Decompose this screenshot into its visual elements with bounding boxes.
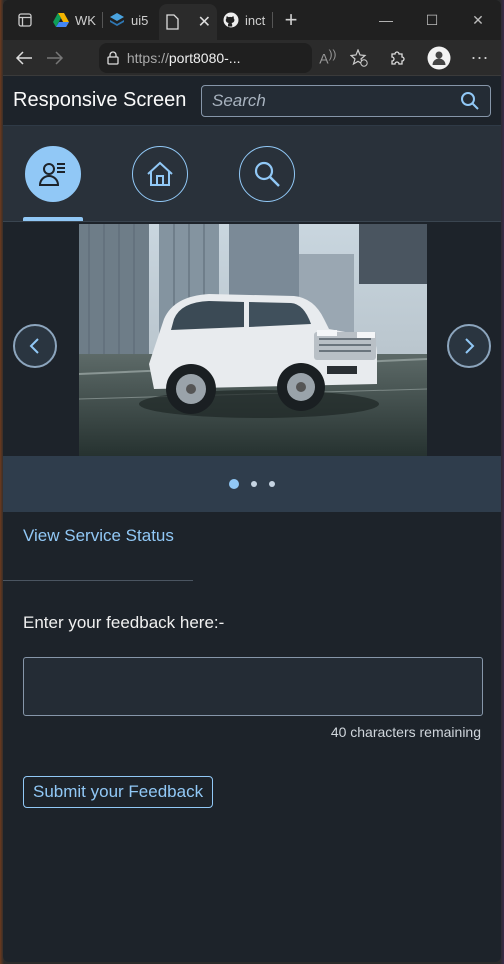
browser-toolbar: https://port8080-... A)) ··· [3,40,501,76]
puzzle-icon [391,50,405,65]
maximize-button[interactable]: ☐ [409,0,455,40]
maximize-icon: ☐ [425,11,439,28]
url-scheme: https:// [126,49,169,66]
tab-label: inct [245,12,266,28]
tab-bar: WK ui5 ✕ inct + — ☐ ✕ [3,0,501,40]
ui5-icon [110,13,124,26]
search-input[interactable]: Search [201,84,491,117]
minimize-icon: — [379,12,393,28]
carousel-next-button[interactable] [447,324,491,368]
close-icon: ✕ [472,11,484,28]
search-icon [254,161,280,187]
tab-current[interactable]: ✕ [159,4,217,40]
forward-button[interactable] [40,42,71,74]
page-icon [166,14,179,30]
minimize-button[interactable]: — [363,0,409,40]
tab-label: ui5 [131,12,149,28]
star-add-icon [349,48,368,67]
profile-button[interactable] [423,42,454,74]
tab-ui5[interactable]: ui5 [103,4,159,36]
read-aloud-button[interactable]: A)) [312,42,343,74]
browser-window: WK ui5 ✕ inct + — ☐ ✕ https://port8080-.… [3,0,501,962]
image-carousel [3,222,501,456]
tab-actions-icon [18,13,32,27]
carousel-prev-button[interactable] [13,324,57,368]
home-icon [147,161,173,186]
feedback-label: Enter your feedback here:- [23,613,225,632]
favorite-button[interactable] [343,42,374,74]
icon-tab-bar [3,126,501,222]
address-bar[interactable]: https://port8080-... [98,42,313,73]
car-photo [79,224,427,456]
carousel-page-indicator [3,456,501,512]
avatar-icon [427,46,451,69]
close-tab-icon[interactable]: ✕ [198,12,211,32]
chevron-left-icon [29,338,39,354]
new-tab-button[interactable]: + [273,4,309,36]
github-icon [223,12,239,28]
lock-icon [107,50,119,65]
user-list-icon [38,163,65,186]
plus-icon: + [284,7,298,32]
tab-actions-button[interactable] [3,0,47,40]
url-host: port8080-... [168,49,241,66]
chevron-right-icon [465,338,475,354]
search-icon[interactable] [460,91,480,111]
search-placeholder: Search [212,90,266,110]
tab-home[interactable] [130,125,190,221]
drive-icon [53,13,69,27]
submit-feedback-button[interactable]: Submit your Feedback [23,776,214,808]
carousel-image [79,224,427,456]
page-title: Responsive Screen [13,89,187,111]
view-service-status-link[interactable]: View Service Status [23,526,174,546]
tab-label: WK [75,12,96,28]
close-window-button[interactable]: ✕ [455,0,501,40]
tab-search[interactable] [237,125,297,221]
extensions-button[interactable] [382,42,413,74]
tab-user-list[interactable] [23,125,83,221]
window-controls: — ☐ ✕ [363,0,501,40]
page-dot-2[interactable] [251,481,257,487]
more-menu-button[interactable]: ··· [464,42,495,74]
page-dot-1[interactable] [229,479,239,489]
arrow-left-icon [16,50,33,65]
feedback-textarea[interactable] [23,657,483,716]
arrow-right-icon [47,50,64,65]
back-button[interactable] [9,42,40,74]
tab-github[interactable]: inct [217,4,273,36]
page-dot-3[interactable] [269,481,275,487]
read-aloud-icon: A)) [319,48,337,67]
divider [3,580,193,581]
app-header: Responsive Screen Search [3,76,501,126]
tab-drive[interactable]: WK [47,4,103,36]
more-icon: ··· [470,47,489,67]
character-counter: 40 characters remaining [330,724,481,740]
